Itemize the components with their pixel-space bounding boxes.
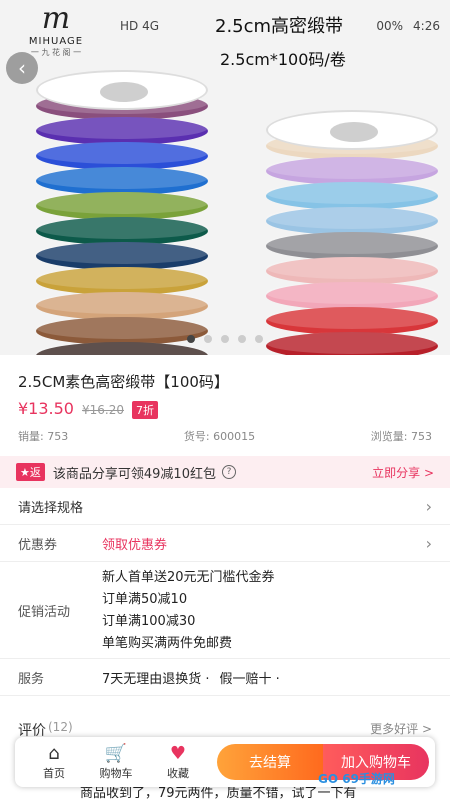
chevron-right-icon: › <box>425 534 432 553</box>
promotion-item: 单笔购买满两件免邮费 <box>102 635 233 651</box>
ribbon-spool <box>36 292 208 320</box>
favorite-tab[interactable]: ♥ 收藏 <box>147 743 209 781</box>
brand-logo: m MIHUAGE 一 九 花 阁 一 <box>8 2 104 58</box>
current-price: ¥13.50 <box>18 399 74 418</box>
ribbon-spool <box>266 307 438 335</box>
carousel-dot[interactable] <box>255 335 263 343</box>
product-detail-page: m MIHUAGE 一 九 花 阁 一 HD 4G 00% 4:26 2.5cm… <box>0 0 450 800</box>
service-item: 假一赔十 · <box>219 672 280 687</box>
ribbon-spool <box>36 167 208 195</box>
share-now-button[interactable]: 立即分享 > <box>372 464 434 481</box>
product-title: 2.5CM素色高密缎带【100码】 <box>18 373 229 391</box>
service-label: 服务 <box>18 672 45 687</box>
spool-top <box>266 110 438 150</box>
product-stats: 销量: 753 货号: 600015 浏览量: 753 <box>18 428 432 444</box>
rebate-badge: ★返 <box>16 463 45 481</box>
image-size-label: 2.5cm*100码/卷 <box>220 50 346 69</box>
sku-number: 货号: 600015 <box>183 430 256 443</box>
carousel-dot[interactable] <box>221 335 229 343</box>
back-button[interactable]: ‹ <box>6 52 38 84</box>
promotion-list: 新人首单送20元无门槛代金券 订单满50减10 订单满100减30 单笔购买满两… <box>102 567 275 655</box>
carousel-dot[interactable] <box>187 335 195 343</box>
get-coupon-link[interactable]: 领取优惠券 <box>102 534 167 553</box>
home-label: 首页 <box>43 767 65 780</box>
battery-level: 00% <box>376 19 404 33</box>
sales-count: 销量: 753 <box>18 430 69 443</box>
ribbon-spool <box>266 232 438 260</box>
ribbon-spool <box>36 342 208 355</box>
carousel-indicator <box>0 335 450 343</box>
chevron-right-icon: › <box>425 497 432 516</box>
share-rebate-bar[interactable]: ★返 该商品分享可领49减10红包 ? 立即分享 > <box>0 456 450 488</box>
home-tab[interactable]: ⌂ 首页 <box>23 743 85 781</box>
site-watermark: GO 69手游网 <box>318 772 395 786</box>
ribbon-spool <box>266 182 438 210</box>
logo-name: MIHUAGE <box>28 36 84 47</box>
carousel-dot[interactable] <box>238 335 246 343</box>
ribbon-spool <box>266 282 438 310</box>
view-count: 浏览量: 753 <box>370 430 432 443</box>
favorite-label: 收藏 <box>167 767 189 780</box>
ribbon-spool <box>36 267 208 295</box>
promotion-item: 订单满100减30 <box>102 613 196 629</box>
ribbon-spool <box>36 117 208 145</box>
price-row: ¥13.50 ¥16.20 7折 <box>18 399 158 419</box>
image-title: 2.5cm高密缎带 <box>215 16 344 37</box>
spool-top <box>36 70 208 110</box>
coupon-label: 优惠券 <box>18 538 58 553</box>
ribbon-spool <box>266 157 438 185</box>
promotion-label: 促销活动 <box>18 605 71 620</box>
spec-label: 请选择规格 <box>18 501 84 516</box>
ribbon-spool <box>36 192 208 220</box>
cart-icon: 🛒 <box>104 743 128 764</box>
checkout-button[interactable]: 去结算 <box>217 744 323 780</box>
clock: 4:26 <box>413 19 440 33</box>
cart-tab[interactable]: 🛒 购物车 <box>85 743 147 781</box>
help-icon[interactable]: ? <box>221 465 236 479</box>
home-icon: ⌂ <box>48 743 60 764</box>
share-text: 该商品分享可领49减10红包 <box>52 466 216 482</box>
cart-label: 购物车 <box>99 767 133 780</box>
service-row: 服务 7天无理由退换货 · 假一赔十 · <box>0 660 450 696</box>
spec-selector[interactable]: 请选择规格 › <box>0 489 450 525</box>
back-icon: ‹ <box>18 56 26 80</box>
ribbon-spool <box>36 142 208 170</box>
original-price: ¥16.20 <box>81 403 124 417</box>
ribbon-spool <box>266 257 438 285</box>
ribbon-spool <box>266 207 438 235</box>
ribbon-spool <box>36 242 208 270</box>
network-indicator: HD 4G <box>120 19 160 33</box>
ribbon-spool <box>36 217 208 245</box>
promotion-item: 新人首单送20元无门槛代金券 <box>102 569 275 585</box>
carousel-dot[interactable] <box>204 335 212 343</box>
promotion-row: 促销活动 新人首单送20元无门槛代金券 订单满50减10 订单满100减30 单… <box>0 563 450 659</box>
heart-icon: ♥ <box>169 743 187 764</box>
discount-badge: 7折 <box>131 401 158 419</box>
coupon-row[interactable]: 优惠券 领取优惠券 › <box>0 526 450 562</box>
product-image-carousel[interactable]: m MIHUAGE 一 九 花 阁 一 HD 4G 00% 4:26 2.5cm… <box>0 0 450 355</box>
promotion-item: 订单满50减10 <box>102 591 188 607</box>
logo-mark: m <box>41 1 71 36</box>
service-item: 7天无理由退换货 · <box>102 672 210 687</box>
